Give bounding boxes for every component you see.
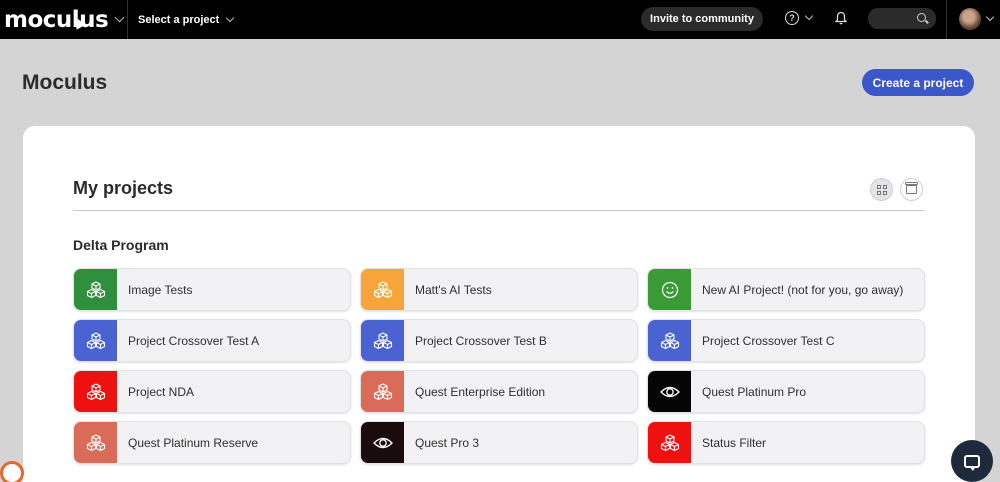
- project-color-tile: [648, 320, 691, 361]
- project-name: Project NDA: [128, 384, 195, 399]
- logo-menu[interactable]: moculus: [0, 0, 128, 39]
- project-color-tile: [74, 269, 117, 310]
- project-card[interactable]: Status Filter: [647, 421, 925, 464]
- cubes-icon: [660, 331, 679, 349]
- project-name: Quest Platinum Reserve: [128, 435, 259, 450]
- archive-button[interactable]: [900, 178, 923, 201]
- project-name: Project Crossover Test C: [702, 333, 835, 348]
- project-color-tile: [361, 269, 404, 310]
- eye-icon: [659, 386, 680, 397]
- project-card[interactable]: Project Crossover Test C: [647, 319, 925, 362]
- cubes-icon: [86, 433, 105, 451]
- cubes-icon: [373, 382, 392, 400]
- avatar[interactable]: [959, 8, 981, 30]
- project-name: Quest Pro 3: [415, 435, 480, 450]
- group-title: Delta Program: [73, 237, 169, 253]
- project-name: Quest Platinum Pro: [702, 384, 807, 399]
- account-menu[interactable]: [946, 0, 1000, 39]
- bell-icon[interactable]: [835, 11, 847, 25]
- project-color-tile: [361, 422, 404, 463]
- project-name: Status Filter: [702, 435, 767, 450]
- project-color-tile: [361, 371, 404, 412]
- page-title: Moculus: [22, 71, 108, 94]
- project-card[interactable]: Image Tests: [73, 268, 351, 311]
- invite-to-community-button[interactable]: Invite to community: [641, 7, 763, 31]
- project-color-tile: [648, 371, 691, 412]
- chevron-down-icon: [114, 12, 125, 23]
- top-nav-bar: moculus Select a project Invite to commu…: [0, 0, 1000, 39]
- project-selector[interactable]: Select a project: [138, 13, 235, 26]
- recorder-badge-icon[interactable]: [0, 461, 24, 482]
- project-name: Project Crossover Test B: [415, 333, 547, 348]
- chevron-down-icon: [985, 12, 995, 22]
- search-box[interactable]: [868, 8, 936, 29]
- project-card[interactable]: Project Crossover Test B: [360, 319, 638, 362]
- project-name: New AI Project! (not for you, go away): [702, 282, 904, 297]
- cubes-icon: [86, 331, 105, 349]
- cubes-icon: [86, 280, 105, 298]
- project-selector-label: Select a project: [138, 13, 220, 26]
- project-card[interactable]: Quest Enterprise Edition: [360, 370, 638, 413]
- chevron-down-icon[interactable]: [804, 11, 814, 21]
- project-name: Quest Enterprise Edition: [415, 384, 546, 399]
- project-card[interactable]: Quest Platinum Reserve: [73, 421, 351, 464]
- smiley-icon: [661, 281, 678, 298]
- project-color-tile: [361, 320, 404, 361]
- cubes-icon: [373, 280, 392, 298]
- projects-panel: My projects Delta Program Image Tests Ma…: [23, 126, 975, 482]
- project-card[interactable]: Project NDA: [73, 370, 351, 413]
- divider: [73, 210, 925, 211]
- search-icon[interactable]: [917, 13, 926, 22]
- project-color-tile: [74, 422, 117, 463]
- create-project-button[interactable]: Create a project: [862, 69, 974, 96]
- project-card[interactable]: Quest Platinum Pro: [647, 370, 925, 413]
- my-projects-title: My projects: [73, 178, 174, 198]
- project-color-tile: [74, 320, 117, 361]
- chat-support-button[interactable]: [951, 440, 993, 482]
- project-name: Matt's AI Tests: [415, 282, 492, 297]
- chevron-down-icon: [226, 13, 235, 22]
- project-name: Image Tests: [128, 282, 193, 297]
- moculus-logo: moculus: [4, 6, 109, 33]
- grid-icon: [876, 184, 887, 195]
- eye-icon: [372, 437, 393, 448]
- project-name: Project Crossover Test A: [128, 333, 260, 348]
- grid-view-button[interactable]: [870, 178, 893, 201]
- project-color-tile: [74, 371, 117, 412]
- project-color-tile: [648, 422, 691, 463]
- project-color-tile: [648, 269, 691, 310]
- project-card[interactable]: Matt's AI Tests: [360, 268, 638, 311]
- cubes-icon: [86, 382, 105, 400]
- project-card[interactable]: Project Crossover Test A: [73, 319, 351, 362]
- project-card[interactable]: New AI Project! (not for you, go away): [647, 268, 925, 311]
- cubes-icon: [373, 331, 392, 349]
- chat-icon: [964, 454, 980, 471]
- archive-icon: [905, 182, 918, 194]
- cubes-icon: [660, 433, 679, 451]
- project-card[interactable]: Quest Pro 3: [360, 421, 638, 464]
- help-icon[interactable]: ?: [785, 11, 799, 25]
